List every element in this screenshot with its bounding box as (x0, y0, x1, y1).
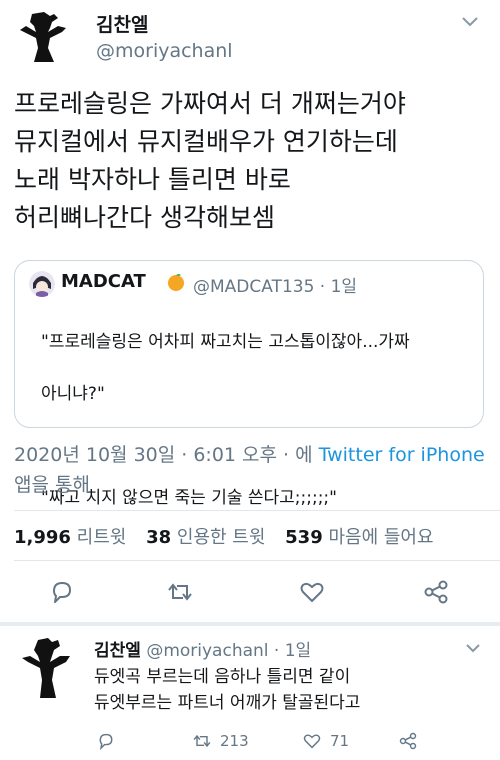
quote-tweet-card[interactable]: MADCAT @MADCAT135 · 1일 "프로레슬링은 어차피 짜고치는 … (14, 260, 484, 508)
reply-share-button[interactable] (398, 730, 418, 752)
quote-count: 38 (146, 527, 172, 548)
reply-author-handle[interactable]: @moriyachanl (146, 641, 268, 661)
share-icon[interactable] (422, 578, 450, 606)
reply-time: · 1일 (273, 641, 312, 661)
reply-text: 듀엣곡 부르는데 음하나 틀리면 같이 듀엣부르는 파트너 어깨가 탈골된다고 (94, 664, 494, 716)
reply-icon (99, 733, 113, 751)
main-tweet: 김찬엘 @moriyachanl 프로레슬링은 가짜여서 더 개쩌는거야 뮤지컬… (0, 0, 500, 625)
tweet-stats: 1,996 리트윗 38 인용한 트윗 539 마음에 들어요 (14, 523, 448, 549)
reply-header: 김찬엘 @moriyachanl · 1일 (94, 636, 311, 661)
author-name[interactable]: 김찬엘 (96, 10, 148, 37)
like-count: 539 (285, 527, 323, 548)
tweet-text-line: 노래 박자하나 틀리면 바로 (14, 165, 291, 194)
divider (14, 510, 500, 511)
like-label: 마음에 들어요 (328, 527, 434, 548)
chevron-down-icon[interactable] (460, 14, 480, 28)
quote-avatar (29, 271, 55, 297)
avatar[interactable] (14, 8, 70, 64)
reply-retweet-button[interactable]: 213 (192, 730, 249, 752)
timestamp-date: 2020년 10월 30일 · 6:01 오후 · 에 (14, 444, 319, 466)
reply-text-line: 듀엣곡 부르는데 음하나 틀리면 같이 (94, 667, 351, 687)
tweet-text-line: 뮤지컬에서 뮤지컬배우가 연기하는데 (14, 127, 398, 156)
tweet-text-line: 프로레슬링은 가짜여서 더 개쩌는거야 (14, 89, 406, 118)
retweet-stat[interactable]: 1,996 리트윗 (14, 527, 126, 548)
reply-like-count: 71 (330, 732, 350, 750)
orange-icon (168, 274, 184, 291)
retweet-icon (193, 734, 211, 748)
reply-tweet[interactable]: 김찬엘 @moriyachanl · 1일 듀엣곡 부르는데 음하나 틀리면 같… (0, 626, 500, 760)
quote-text-line: "프로레슬링은 어차피 짜고치는 고스톱이잖아...가짜 (41, 332, 410, 352)
reply-like-button[interactable]: 71 (302, 730, 349, 752)
tweet-text: 프로레슬링은 가짜여서 더 개쩌는거야 뮤지컬에서 뮤지컬배우가 연기하는데 노… (14, 85, 494, 237)
heart-icon (303, 734, 321, 749)
timestamp-suffix: 앱을 통해 (14, 474, 90, 496)
quote-author-name: MADCAT (61, 271, 146, 292)
quote-stat[interactable]: 38 인용한 트윗 (146, 527, 265, 548)
tweet-timestamp: 2020년 10월 30일 · 6:01 오후 · 에 Twitter for … (14, 440, 494, 500)
avatar[interactable] (18, 636, 74, 700)
reply-icon[interactable] (48, 578, 76, 606)
quote-text-line: 아니냐?" (41, 384, 105, 404)
retweet-count: 1,996 (14, 527, 71, 548)
reply-author-name[interactable]: 김찬엘 (94, 641, 141, 661)
quote-text: "프로레슬링은 어차피 짜고치는 고스톱이잖아...가짜 아니냐?" "짜고 치… (41, 303, 471, 537)
reply-retweet-count: 213 (220, 732, 249, 750)
quote-label: 인용한 트윗 (176, 527, 266, 548)
reply-reply-button[interactable] (96, 730, 116, 752)
heart-icon[interactable] (298, 578, 326, 606)
retweet-label: 리트윗 (76, 527, 127, 548)
like-stat[interactable]: 539 마음에 들어요 (285, 527, 433, 548)
quote-author-meta: @MADCAT135 · 1일 (193, 277, 358, 297)
reply-actions: 213 71 (0, 730, 500, 754)
divider (14, 560, 500, 561)
chevron-down-icon[interactable] (465, 642, 481, 654)
tweet-text-line: 허리뼈나간다 생각해보셈 (14, 203, 275, 232)
share-icon (399, 732, 417, 750)
retweet-icon[interactable] (166, 578, 194, 606)
reply-text-line: 듀엣부르는 파트너 어깨가 탈골된다고 (94, 693, 361, 713)
tweet-actions (0, 578, 500, 610)
author-handle[interactable]: @moriyachanl (96, 40, 233, 62)
source-link[interactable]: Twitter for iPhone (319, 444, 485, 466)
